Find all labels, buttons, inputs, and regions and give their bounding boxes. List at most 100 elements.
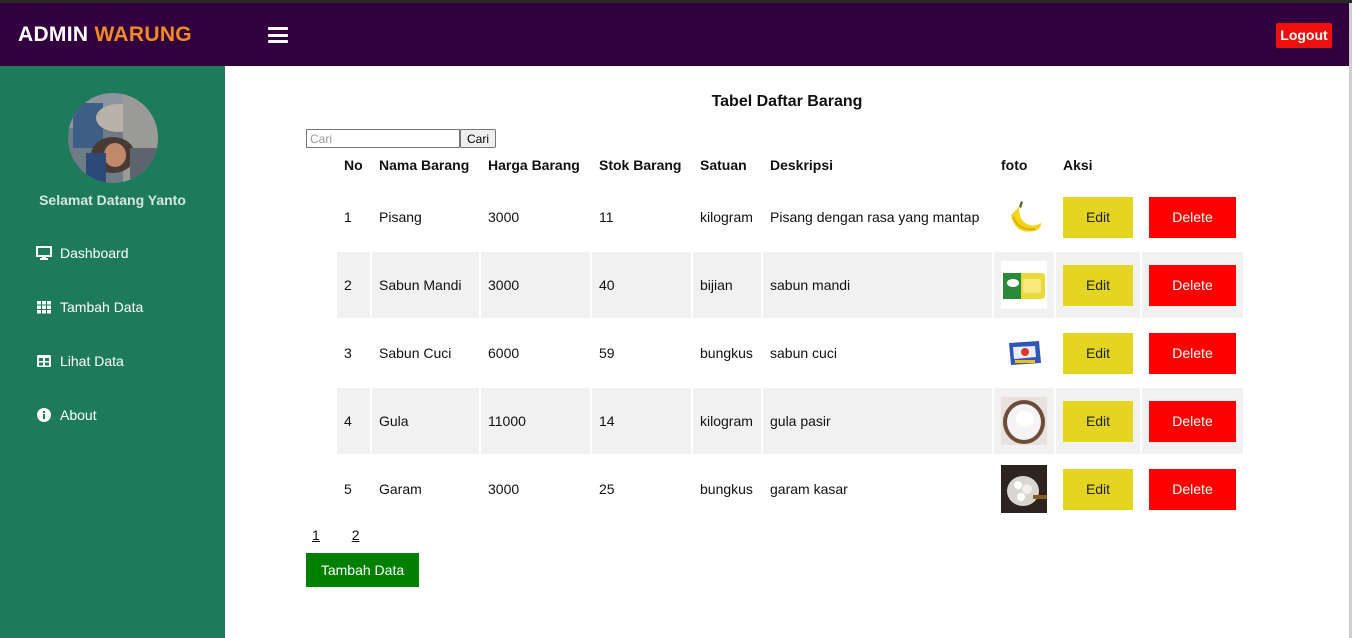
cell-harga: 3000 xyxy=(488,481,520,497)
avatar xyxy=(68,93,158,183)
cell-edit: Edit xyxy=(1056,456,1140,522)
delete-button[interactable]: Delete xyxy=(1149,400,1236,442)
cell-stok: 25 xyxy=(599,481,615,497)
cell-foto xyxy=(994,456,1054,522)
sidebar-item-lihat-data[interactable]: Lihat Data xyxy=(36,350,124,372)
cell-no: 2 xyxy=(337,252,370,318)
cell-deskripsi: gula pasir xyxy=(763,388,992,454)
table-header-row: No Nama Barang Harga Barang Stok Barang … xyxy=(337,148,1243,182)
welcome-text: Selamat Datang Yanto xyxy=(39,192,186,208)
brand-accent: WARUNG xyxy=(94,23,192,46)
delete-button[interactable]: Delete xyxy=(1149,332,1236,374)
cell-nama: Pisang xyxy=(379,209,422,225)
column-header: No xyxy=(344,157,363,173)
cell-satuan: bijian xyxy=(693,252,761,318)
cell-stok: 14 xyxy=(592,388,691,454)
cell-delete: Delete xyxy=(1142,252,1243,318)
cell-delete: Delete xyxy=(1142,388,1243,454)
cell-deskripsi: sabun mandi xyxy=(763,252,992,318)
cell-stok: 11 xyxy=(599,209,614,225)
cell-nama: Sabun Cuci xyxy=(379,345,452,361)
page-link-1[interactable]: 1 xyxy=(312,527,320,543)
table-row: 3 Sabun Cuci 6000 59 bungkus sabun cuci … xyxy=(337,320,1243,386)
cell-delete: Delete xyxy=(1142,320,1243,386)
soap-bar-photo xyxy=(1001,261,1047,309)
sidebar-item-label: Tambah Data xyxy=(60,299,144,315)
items-table: No Nama Barang Harga Barang Stok Barang … xyxy=(335,146,1245,524)
column-header: Stok Barang xyxy=(599,157,682,173)
cell-no: 3 xyxy=(344,345,352,361)
cell-harga: 6000 xyxy=(488,345,520,361)
cell-satuan: kilogram xyxy=(693,388,761,454)
sugar-bowl-photo xyxy=(1001,397,1047,445)
edit-button[interactable]: Edit xyxy=(1063,264,1133,306)
column-header: Nama Barang xyxy=(379,157,470,173)
cell-satuan: bungkus xyxy=(700,345,753,361)
cell-foto xyxy=(994,388,1054,454)
cell-harga: 3000 xyxy=(481,252,590,318)
cell-edit: Edit xyxy=(1056,252,1140,318)
column-header: Deskripsi xyxy=(770,157,834,173)
tambah-data-button[interactable]: Tambah Data xyxy=(306,553,419,587)
sidebar-item-label: Dashboard xyxy=(60,245,129,261)
monitor-icon xyxy=(36,245,52,261)
cell-foto xyxy=(994,320,1054,386)
column-header: Satuan xyxy=(700,157,747,173)
cell-foto xyxy=(994,184,1054,250)
cell-nama: Garam xyxy=(379,481,422,497)
cell-foto xyxy=(994,252,1054,318)
cell-no: 5 xyxy=(344,481,352,497)
cell-nama: Sabun Mandi xyxy=(372,252,479,318)
cell-satuan: bungkus xyxy=(700,481,753,497)
logout-button[interactable]: Logout xyxy=(1276,23,1332,48)
edit-button[interactable]: Edit xyxy=(1063,196,1133,238)
cell-stok: 40 xyxy=(592,252,691,318)
cell-harga: 3000 xyxy=(488,209,520,225)
banana-photo xyxy=(1001,193,1047,241)
table-row: 4 Gula 11000 14 kilogram gula pasir Edit… xyxy=(337,388,1243,454)
sidebar-item-about[interactable]: About xyxy=(36,404,97,426)
sidebar: Selamat Datang Yanto Dashboard Tambah Da… xyxy=(0,66,225,638)
delete-button[interactable]: Delete xyxy=(1149,196,1236,238)
cell-edit: Edit xyxy=(1056,320,1140,386)
sidebar-item-tambah-data[interactable]: Tambah Data xyxy=(36,296,143,318)
info-icon xyxy=(36,407,52,423)
cell-harga: 11000 xyxy=(481,388,590,454)
cell-edit: Edit xyxy=(1056,388,1140,454)
page-title: Tabel Daftar Barang xyxy=(711,93,863,110)
cell-no: 4 xyxy=(337,388,370,454)
table-row: 2 Sabun Mandi 3000 40 bijian sabun mandi… xyxy=(337,252,1243,318)
edit-button[interactable]: Edit xyxy=(1063,400,1133,442)
pagination: 1 2 xyxy=(312,527,387,543)
delete-button[interactable]: Delete xyxy=(1149,468,1236,510)
grid-icon xyxy=(36,299,52,315)
delete-button[interactable]: Delete xyxy=(1149,264,1236,306)
top-navbar: ADMIN WARUNG Logout xyxy=(0,3,1349,66)
cell-deskripsi: garam kasar xyxy=(770,481,848,497)
edit-button[interactable]: Edit xyxy=(1063,332,1133,374)
cell-satuan: kilogram xyxy=(700,209,753,225)
cell-delete: Delete xyxy=(1142,184,1243,250)
column-header: foto xyxy=(1001,157,1028,173)
sidebar-item-label: Lihat Data xyxy=(60,353,124,369)
sidebar-item-dashboard[interactable]: Dashboard xyxy=(36,242,129,264)
table-row: 5 Garam 3000 25 bungkus garam kasar Edit… xyxy=(337,456,1243,522)
brand-logo[interactable]: ADMIN WARUNG xyxy=(18,23,192,47)
cell-deskripsi: Pisang dengan rasa yang mantap xyxy=(770,209,980,225)
page-link-2[interactable]: 2 xyxy=(352,527,360,543)
hamburger-menu-icon[interactable] xyxy=(268,27,288,43)
cell-edit: Edit xyxy=(1056,184,1140,250)
cell-nama: Gula xyxy=(372,388,479,454)
table-icon xyxy=(36,353,52,369)
cell-delete: Delete xyxy=(1142,456,1243,522)
edit-button[interactable]: Edit xyxy=(1063,468,1133,510)
cell-no: 1 xyxy=(344,209,352,225)
detergent-pack-photo xyxy=(1001,329,1047,377)
column-header: Harga Barang xyxy=(488,157,580,173)
table-row: 1 Pisang 3000 11 kilogram Pisang dengan … xyxy=(337,184,1243,250)
cell-deskripsi: sabun cuci xyxy=(770,345,837,361)
column-header: Aksi xyxy=(1063,157,1093,173)
cell-stok: 59 xyxy=(599,345,615,361)
coarse-salt-photo xyxy=(1001,465,1047,513)
brand-primary: ADMIN xyxy=(18,23,89,46)
